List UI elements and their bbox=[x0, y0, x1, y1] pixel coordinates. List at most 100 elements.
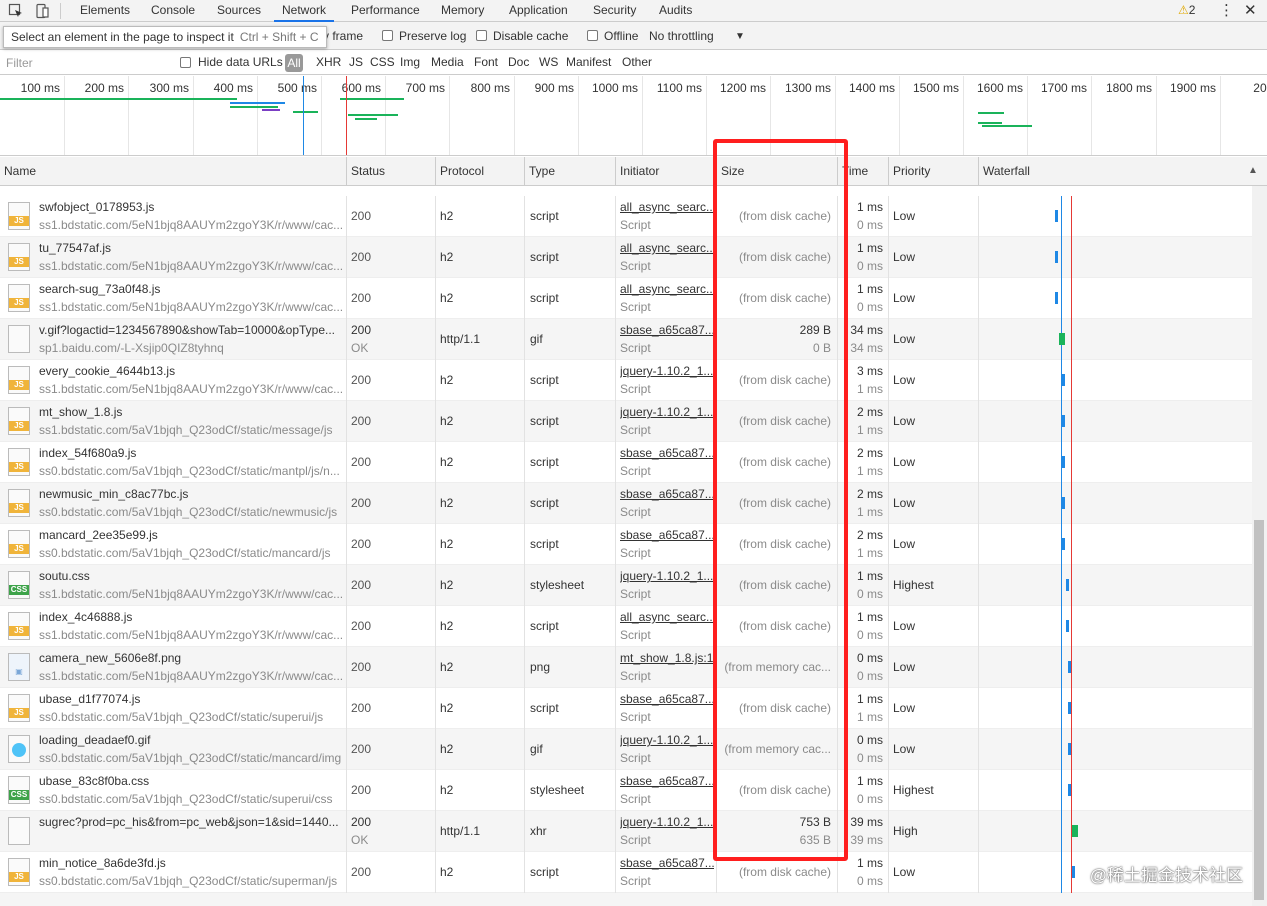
network-overview[interactable]: 100 ms 200 ms 300 ms 400 ms 500 ms 600 ms 700 … bbox=[0, 76, 1267, 156]
name-cell[interactable]: JS ubase_d1f77074.js ss0.bdstatic.com/5aV1… bbox=[0, 688, 347, 729]
request-name[interactable]: ubase_83c8f0ba.css bbox=[39, 774, 344, 788]
name-cell[interactable]: CSS soutu.css ss1.bdstatic.com/5eN1bjq8AAU… bbox=[0, 565, 347, 606]
request-name[interactable]: camera_new_5606e8f.png bbox=[39, 651, 344, 665]
initiator-link[interactable]: sbase_a65ca87... bbox=[620, 323, 714, 337]
name-cell[interactable]: JS mancard_2ee35e99.js ss0.bdstatic.com/5a… bbox=[0, 524, 347, 565]
tab-audits[interactable]: Audits bbox=[659, 0, 692, 22]
request-name[interactable]: v.gif?logactid=1234567890&showTab=10000&… bbox=[39, 323, 344, 337]
filter-media[interactable]: Media bbox=[431, 55, 464, 69]
column-initiator[interactable]: Initiator bbox=[616, 157, 717, 186]
name-cell[interactable]: JS every_cookie_4644b13.js ss1.bdstatic.co… bbox=[0, 360, 347, 401]
initiator-link[interactable]: all_async_searc... bbox=[620, 282, 714, 296]
table-row[interactable]: JS search-sug_73a0f48.js ss1.bdstatic.com/… bbox=[0, 278, 1252, 319]
filter-input[interactable]: Filter bbox=[3, 54, 168, 72]
column-waterfall[interactable]: Waterfall bbox=[979, 157, 1267, 186]
filter-css[interactable]: CSS bbox=[370, 55, 395, 69]
name-cell[interactable]: JS index_54f680a9.js ss0.bdstatic.com/5aV1… bbox=[0, 442, 347, 483]
tab-elements[interactable]: Elements bbox=[80, 0, 130, 22]
table-row[interactable]: JS every_cookie_4644b13.js ss1.bdstatic.co… bbox=[0, 360, 1252, 401]
frame-option-label[interactable]: y frame bbox=[323, 29, 363, 43]
name-cell[interactable]: ▣ camera_new_5606e8f.png ss1.bdstatic.com/… bbox=[0, 647, 347, 688]
name-cell[interactable]: JS index_4c46888.js ss1.bdstatic.com/5eN1b… bbox=[0, 606, 347, 647]
initiator-link[interactable]: jquery-1.10.2_1... bbox=[620, 815, 714, 829]
name-cell[interactable]: JS search-sug_73a0f48.js ss1.bdstatic.com/… bbox=[0, 278, 347, 319]
column-status[interactable]: Status bbox=[347, 157, 436, 186]
hide-data-urls-checkbox[interactable] bbox=[180, 57, 191, 68]
request-name[interactable]: index_4c46888.js bbox=[39, 610, 344, 624]
request-name[interactable]: sugrec?prod=pc_his&from=pc_web&json=1&si… bbox=[39, 815, 344, 829]
request-name[interactable]: loading_deadaef0.gif bbox=[39, 733, 344, 747]
preserve-log-label[interactable]: Preserve log bbox=[399, 29, 466, 43]
initiator-link[interactable]: sbase_a65ca87... bbox=[620, 446, 714, 460]
tab-application[interactable]: Application bbox=[509, 0, 568, 22]
name-cell[interactable]: JS mt_show_1.8.js ss1.bdstatic.com/5aV1bjq… bbox=[0, 401, 347, 442]
name-cell[interactable]: JS tu_77547af.js ss1.bdstatic.com/5eN1bjq8… bbox=[0, 237, 347, 278]
initiator-link[interactable]: sbase_a65ca87... bbox=[620, 856, 714, 870]
name-cell[interactable]: loading_deadaef0.gif ss0.bdstatic.com/5aV… bbox=[0, 729, 347, 770]
table-row[interactable]: JS mancard_2ee35e99.js ss0.bdstatic.com/5a… bbox=[0, 524, 1252, 565]
request-name[interactable]: newmusic_min_c8ac77bc.js bbox=[39, 487, 344, 501]
table-row[interactable]: v.gif?logactid=1234567890&showTab=10000&… bbox=[0, 319, 1252, 360]
filter-img[interactable]: Img bbox=[400, 55, 420, 69]
filter-js[interactable]: JS bbox=[349, 55, 363, 69]
filter-all-button[interactable]: All bbox=[285, 54, 303, 72]
request-name[interactable]: swfobject_0178953.js bbox=[39, 200, 344, 214]
table-row[interactable]: sugrec?prod=pc_his&from=pc_web&json=1&si… bbox=[0, 811, 1252, 852]
preserve-log-checkbox[interactable] bbox=[382, 30, 393, 41]
filter-manifest[interactable]: Manifest bbox=[566, 55, 611, 69]
table-row[interactable]: JS ubase_d1f77074.js ss0.bdstatic.com/5aV1… bbox=[0, 688, 1252, 729]
warnings-counter[interactable]: ⚠2 bbox=[1178, 0, 1195, 22]
request-name[interactable]: tu_77547af.js bbox=[39, 241, 344, 255]
initiator-link[interactable]: mt_show_1.8.js:1 bbox=[620, 651, 714, 665]
chevron-down-icon[interactable]: ▼ bbox=[735, 31, 745, 42]
initiator-link[interactable]: jquery-1.10.2_1... bbox=[620, 569, 714, 583]
filter-doc[interactable]: Doc bbox=[508, 55, 529, 69]
offline-checkbox[interactable] bbox=[587, 30, 598, 41]
filter-font[interactable]: Font bbox=[474, 55, 498, 69]
filter-other[interactable]: Other bbox=[622, 55, 652, 69]
table-row[interactable]: JS min_notice_8a6de3fd.js ss0.bdstatic.com… bbox=[0, 852, 1252, 893]
table-row-partial[interactable] bbox=[0, 893, 1252, 906]
request-name[interactable]: search-sug_73a0f48.js bbox=[39, 282, 344, 296]
close-icon[interactable]: ✕ bbox=[1244, 0, 1257, 22]
tab-console[interactable]: Console bbox=[151, 0, 195, 22]
initiator-link[interactable]: all_async_searc... bbox=[620, 200, 714, 214]
request-name[interactable]: soutu.css bbox=[39, 569, 344, 583]
table-row[interactable]: CSS soutu.css ss1.bdstatic.com/5eN1bjq8AAU… bbox=[0, 565, 1252, 606]
tab-sources[interactable]: Sources bbox=[217, 0, 261, 22]
table-row[interactable]: loading_deadaef0.gif ss0.bdstatic.com/5aV… bbox=[0, 729, 1252, 770]
name-cell[interactable]: v.gif?logactid=1234567890&showTab=10000&… bbox=[0, 319, 347, 360]
column-protocol[interactable]: Protocol bbox=[436, 157, 525, 186]
name-cell[interactable]: JS swfobject_0178953.js ss1.bdstatic.com/5… bbox=[0, 196, 347, 237]
more-menu-icon[interactable]: ⋮ bbox=[1219, 0, 1234, 22]
hide-data-urls-label[interactable]: Hide data URLs bbox=[198, 55, 283, 69]
table-row[interactable]: CSS ubase_83c8f0ba.css ss0.bdstatic.com/5a… bbox=[0, 770, 1252, 811]
name-cell[interactable]: CSS ubase_83c8f0ba.css ss0.bdstatic.com/5a… bbox=[0, 770, 347, 811]
request-name[interactable]: index_54f680a9.js bbox=[39, 446, 344, 460]
device-toolbar-icon[interactable] bbox=[34, 3, 50, 19]
table-row[interactable]: JS swfobject_0178953.js ss1.bdstatic.com/5… bbox=[0, 196, 1252, 237]
request-name[interactable]: every_cookie_4644b13.js bbox=[39, 364, 344, 378]
scrollbar-thumb[interactable] bbox=[1254, 520, 1264, 900]
initiator-link[interactable]: all_async_searc... bbox=[620, 610, 714, 624]
tab-security[interactable]: Security bbox=[593, 0, 636, 22]
tab-performance[interactable]: Performance bbox=[351, 0, 420, 22]
initiator-link[interactable]: jquery-1.10.2_1... bbox=[620, 364, 714, 378]
name-cell[interactable]: JS newmusic_min_c8ac77bc.js ss0.bdstatic.c… bbox=[0, 483, 347, 524]
initiator-link[interactable]: all_async_searc... bbox=[620, 241, 714, 255]
initiator-link[interactable]: sbase_a65ca87... bbox=[620, 692, 714, 706]
request-name[interactable]: min_notice_8a6de3fd.js bbox=[39, 856, 344, 870]
disable-cache-checkbox[interactable] bbox=[476, 30, 487, 41]
filter-ws[interactable]: WS bbox=[539, 55, 558, 69]
offline-label[interactable]: Offline bbox=[604, 29, 638, 43]
initiator-link[interactable]: sbase_a65ca87... bbox=[620, 528, 714, 542]
request-name[interactable]: mancard_2ee35e99.js bbox=[39, 528, 344, 542]
table-row[interactable]: JS index_4c46888.js ss1.bdstatic.com/5eN1b… bbox=[0, 606, 1252, 647]
initiator-link[interactable]: sbase_a65ca87... bbox=[620, 774, 714, 788]
column-name[interactable]: Name bbox=[0, 157, 347, 186]
column-type[interactable]: Type bbox=[525, 157, 616, 186]
table-row[interactable]: JS mt_show_1.8.js ss1.bdstatic.com/5aV1bjq… bbox=[0, 401, 1252, 442]
filter-xhr[interactable]: XHR bbox=[316, 55, 341, 69]
table-row[interactable]: JS index_54f680a9.js ss0.bdstatic.com/5aV1… bbox=[0, 442, 1252, 483]
sort-up-icon[interactable]: ▲ bbox=[1248, 165, 1258, 176]
